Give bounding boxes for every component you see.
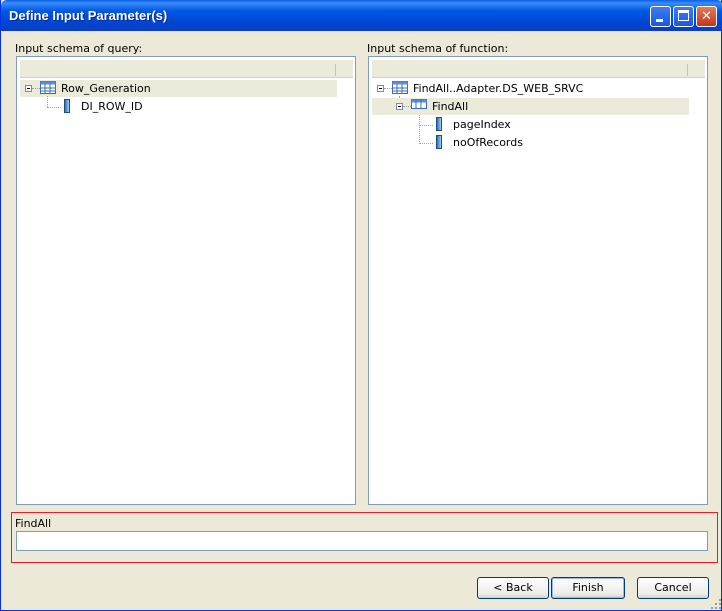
function-schema-label: Input schema of function: bbox=[367, 42, 509, 55]
title-bar[interactable]: Define Input Parameter(s) ✕ bbox=[1, 0, 722, 31]
tree-node-di-row-id[interactable]: DI_ROW_ID bbox=[20, 98, 220, 115]
column-icon bbox=[436, 135, 442, 149]
collapse-icon[interactable] bbox=[25, 85, 32, 92]
back-button[interactable]: < Back bbox=[477, 577, 549, 599]
minimize-icon bbox=[656, 19, 663, 22]
tree-connector bbox=[32, 88, 40, 89]
tree-node-label: FindAll bbox=[432, 100, 469, 113]
tree-column-header[interactable] bbox=[20, 60, 353, 78]
cancel-button[interactable]: Cancel bbox=[637, 577, 709, 599]
function-schema-tree[interactable]: FindAll..Adapter.DS_WEB_SRVC FindAll pag… bbox=[368, 56, 708, 505]
table-icon bbox=[392, 81, 408, 94]
header-divider bbox=[335, 64, 336, 76]
tree-node-label: Row_Generation bbox=[61, 82, 151, 95]
tree-node-label: noOfRecords bbox=[453, 136, 523, 149]
expression-label: FindAll bbox=[15, 517, 52, 530]
tree-connector bbox=[384, 88, 392, 89]
maximize-icon bbox=[678, 10, 689, 21]
tree-column-header[interactable] bbox=[372, 60, 705, 78]
query-schema-label: Input schema of query: bbox=[15, 42, 143, 55]
query-schema-tree[interactable]: Row_Generation DI_ROW_ID bbox=[16, 56, 356, 505]
maximize-button[interactable] bbox=[673, 6, 694, 27]
resize-grip-icon[interactable] bbox=[710, 598, 722, 610]
collapse-icon[interactable] bbox=[377, 85, 384, 92]
close-button[interactable]: ✕ bbox=[696, 6, 717, 27]
tree-node-label: pageIndex bbox=[453, 118, 511, 131]
close-icon: ✕ bbox=[701, 9, 712, 24]
tree-node-row-generation[interactable]: Row_Generation bbox=[20, 80, 337, 97]
expression-input[interactable] bbox=[16, 531, 708, 551]
header-divider bbox=[687, 64, 688, 76]
nested-table-icon bbox=[411, 99, 427, 109]
tree-node-label: DI_ROW_ID bbox=[81, 100, 143, 113]
tree-connector bbox=[403, 106, 411, 107]
tree-node-pageindex[interactable]: pageIndex bbox=[372, 116, 572, 133]
finish-button[interactable]: Finish bbox=[551, 577, 625, 599]
collapse-icon[interactable] bbox=[396, 103, 403, 110]
table-icon bbox=[40, 81, 56, 94]
column-icon bbox=[436, 117, 442, 131]
minimize-button[interactable] bbox=[650, 6, 671, 27]
column-icon bbox=[64, 99, 70, 113]
tree-node-noofrecords[interactable]: noOfRecords bbox=[372, 134, 572, 151]
tree-node-label: FindAll..Adapter.DS_WEB_SRVC bbox=[413, 82, 584, 95]
tree-node-findall[interactable]: FindAll bbox=[372, 98, 689, 115]
dialog-window: Define Input Parameter(s) ✕ Input schema… bbox=[0, 0, 722, 611]
tree-node-findall-adapter[interactable]: FindAll..Adapter.DS_WEB_SRVC bbox=[372, 80, 689, 97]
window-title: Define Input Parameter(s) bbox=[9, 8, 168, 23]
